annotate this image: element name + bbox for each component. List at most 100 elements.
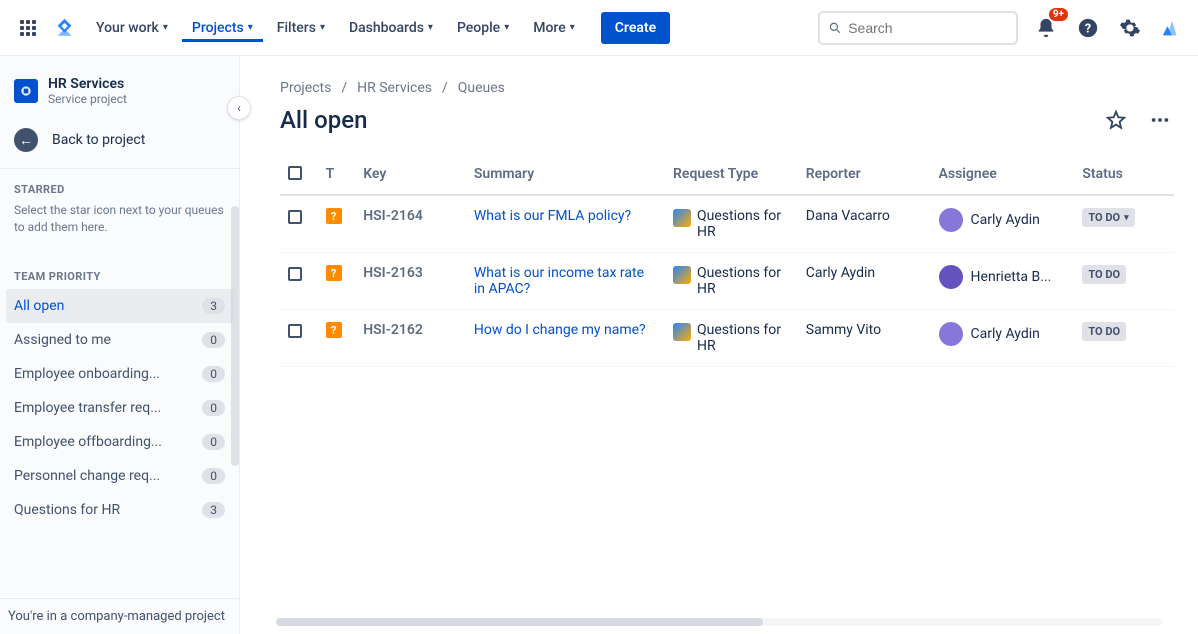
main-content: Projects / HR Services / Queues All open — [240, 56, 1198, 634]
queue-assigned-to-me[interactable]: Assigned to me 0 — [0, 323, 239, 357]
jira-logo-icon[interactable] — [54, 17, 76, 39]
row-checkbox[interactable] — [288, 210, 302, 224]
starred-section-title: STARRED — [0, 169, 239, 202]
assignee-cell: Carly Aydin — [939, 208, 1067, 232]
row-checkbox[interactable] — [288, 267, 302, 281]
column-header-summary[interactable]: Summary — [466, 158, 665, 195]
request-type-icon — [673, 209, 691, 227]
chevron-down-icon: ▾ — [428, 22, 433, 33]
avatar — [939, 208, 963, 232]
request-type: Questions for HR — [673, 322, 790, 354]
search-input[interactable] — [848, 20, 1008, 36]
search-box[interactable] — [818, 11, 1018, 45]
queue-personnel-change[interactable]: Personnel change req... 0 — [0, 459, 239, 493]
sidebar: ‹ HR Services Service project ← Back to … — [0, 56, 240, 634]
table-row[interactable]: ?HSI-2163What is our income tax rate in … — [280, 253, 1174, 310]
select-all-checkbox[interactable] — [288, 166, 302, 180]
assignee-cell: Carly Aydin — [939, 322, 1067, 346]
nav-label: Projects — [192, 20, 244, 36]
settings-button[interactable] — [1116, 14, 1144, 42]
breadcrumb-hr-services[interactable]: HR Services — [357, 80, 432, 96]
scrollbar-thumb[interactable] — [276, 618, 763, 626]
nav-left-group: Your work ▾ Projects ▾ Filters ▾ Dashboa… — [12, 12, 670, 44]
page-actions — [1102, 106, 1174, 134]
page-header: All open — [280, 106, 1174, 134]
issue-key[interactable]: HSI-2163 — [363, 265, 423, 281]
gear-icon — [1119, 17, 1141, 39]
table-row[interactable]: ?HSI-2164What is our FMLA policy?Questio… — [280, 195, 1174, 253]
star-button[interactable] — [1102, 106, 1130, 134]
help-button[interactable]: ? — [1074, 14, 1102, 42]
starred-help-text: Select the star icon next to your queues… — [0, 202, 239, 236]
breadcrumb-projects[interactable]: Projects — [280, 80, 331, 96]
queue-label: Employee offboarding... — [14, 434, 162, 450]
help-icon: ? — [1077, 17, 1099, 39]
status-lozenge[interactable]: TO DO ▾ — [1082, 208, 1134, 227]
nav-your-work[interactable]: Your work ▾ — [86, 14, 178, 42]
breadcrumbs: Projects / HR Services / Queues — [280, 80, 1174, 96]
issue-summary-link[interactable]: How do I change my name? — [474, 322, 646, 338]
nav-label: Filters — [277, 20, 316, 36]
sidebar-scrollbar[interactable] — [231, 206, 239, 466]
project-header: HR Services Service project — [0, 56, 239, 118]
assignee-cell: Henrietta B... — [939, 265, 1067, 289]
queue-label: Employee onboarding... — [14, 366, 160, 382]
chevron-down-icon: ▾ — [320, 22, 325, 33]
row-checkbox[interactable] — [288, 324, 302, 338]
team-priority-title: TEAM PRIORITY — [0, 256, 239, 289]
queue-label: Assigned to me — [14, 332, 111, 348]
table-row[interactable]: ?HSI-2162How do I change my name?Questio… — [280, 310, 1174, 367]
issue-key[interactable]: HSI-2164 — [363, 208, 423, 224]
nav-label: More — [533, 20, 566, 36]
more-actions-button[interactable] — [1146, 106, 1174, 134]
column-header-assignee[interactable]: Assignee — [931, 158, 1075, 195]
queue-employee-onboarding[interactable]: Employee onboarding... 0 — [0, 357, 239, 391]
horizontal-scrollbar[interactable] — [276, 618, 1162, 626]
column-header-key[interactable]: Key — [355, 158, 466, 195]
queue-all-open[interactable]: All open 3 — [6, 289, 233, 323]
nav-people[interactable]: People ▾ — [447, 14, 519, 42]
breadcrumb-queues[interactable]: Queues — [458, 80, 505, 96]
request-type-label: Questions for HR — [697, 208, 790, 240]
more-horizontal-icon — [1149, 109, 1171, 131]
app-switcher-icon[interactable] — [12, 12, 44, 44]
queue-employee-transfer[interactable]: Employee transfer req... 0 — [0, 391, 239, 425]
breadcrumb-separator: / — [442, 80, 448, 96]
breadcrumb-separator: / — [341, 80, 347, 96]
page-title: All open — [280, 106, 367, 134]
queue-employee-offboarding[interactable]: Employee offboarding... 0 — [0, 425, 239, 459]
queue-count: 0 — [202, 468, 225, 484]
nav-filters[interactable]: Filters ▾ — [267, 14, 335, 42]
queue-count: 0 — [202, 332, 225, 348]
queue-questions-for-hr[interactable]: Questions for HR 3 — [0, 493, 239, 527]
status-lozenge[interactable]: TO DO — [1082, 265, 1126, 284]
create-button[interactable]: Create — [601, 12, 670, 44]
svg-text:?: ? — [1085, 21, 1091, 36]
column-header-type[interactable]: T — [318, 158, 356, 195]
column-header-reporter[interactable]: Reporter — [798, 158, 931, 195]
column-header-status[interactable]: Status — [1074, 158, 1174, 195]
reporter-name: Carly Aydin — [806, 265, 875, 281]
top-navigation: Your work ▾ Projects ▾ Filters ▾ Dashboa… — [0, 0, 1198, 56]
nav-dashboards[interactable]: Dashboards ▾ — [339, 14, 443, 42]
atlassian-button[interactable] — [1158, 14, 1186, 42]
column-header-request-type[interactable]: Request Type — [665, 158, 798, 195]
search-icon — [828, 20, 842, 36]
nav-label: Dashboards — [349, 20, 424, 36]
project-avatar-icon — [14, 79, 38, 103]
back-to-project-button[interactable]: ← Back to project — [0, 118, 239, 169]
nav-more[interactable]: More ▾ — [523, 14, 585, 42]
nav-label: People — [457, 20, 500, 36]
assignee-name: Carly Aydin — [971, 212, 1040, 228]
chevron-down-icon: ▾ — [163, 22, 168, 33]
project-name: HR Services — [48, 76, 127, 92]
notifications-button[interactable]: 9+ — [1032, 14, 1060, 42]
status-lozenge[interactable]: TO DO — [1082, 322, 1126, 341]
issue-key[interactable]: HSI-2162 — [363, 322, 423, 338]
star-icon — [1105, 109, 1127, 131]
queue-count: 3 — [202, 502, 225, 518]
issue-summary-link[interactable]: What is our income tax rate in APAC? — [474, 265, 644, 297]
nav-projects[interactable]: Projects ▾ — [182, 14, 263, 42]
issue-summary-link[interactable]: What is our FMLA policy? — [474, 208, 631, 224]
queue-label: Personnel change req... — [14, 468, 160, 484]
